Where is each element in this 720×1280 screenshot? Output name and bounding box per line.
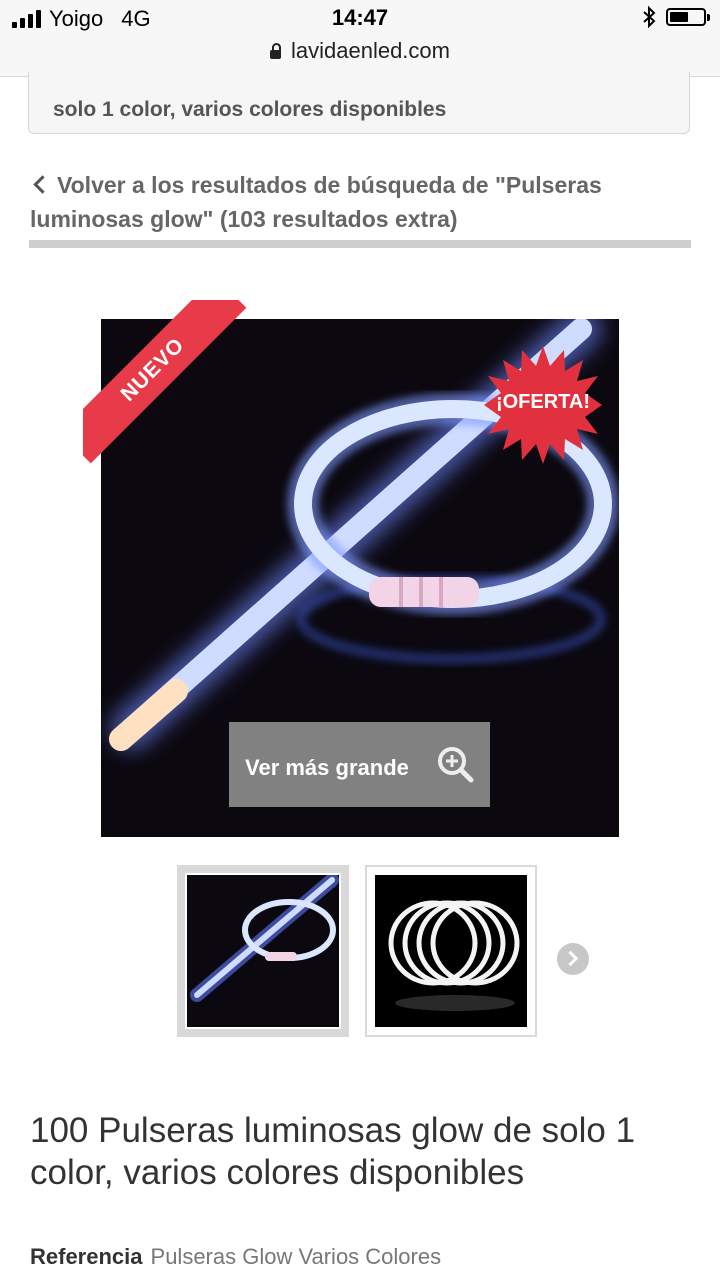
url-text: lavidaenled.com [291, 38, 450, 63]
product-summary-text: solo 1 color, varios colores disponibles [53, 98, 447, 121]
status-bar: Yoigo 4G 14:47 lavidaenled.com [0, 0, 720, 77]
reference-value: Pulseras Glow Varios Colores [150, 1244, 442, 1269]
reference-label: Referencia [30, 1244, 143, 1269]
product-reference: Referencia Pulseras Glow Varios Colores [30, 1244, 441, 1270]
new-ribbon: NUEVO [83, 300, 253, 470]
chevron-left-icon [33, 175, 52, 194]
divider [29, 240, 691, 248]
status-right [642, 6, 710, 28]
clock: 14:47 [331, 5, 389, 30]
address-bar[interactable]: lavidaenled.com [0, 38, 720, 64]
thumbnail-2[interactable] [365, 865, 537, 1037]
back-link-label: Volver a los resultados de búsqueda de "… [30, 172, 602, 232]
lock-icon [270, 43, 281, 59]
thumbnail-image [187, 875, 339, 1027]
view-larger-label: Ver más grande [245, 755, 409, 780]
zoom-in-icon [438, 747, 474, 783]
bluetooth-icon [643, 6, 656, 28]
back-to-results-link[interactable]: Volver a los resultados de búsqueda de "… [30, 168, 680, 236]
battery-level [670, 12, 688, 22]
offer-label: ¡OFERTA! [495, 391, 591, 413]
view-larger-button[interactable]: Ver más grande [229, 722, 490, 807]
thumbnail-1[interactable] [177, 865, 349, 1037]
new-label: NUEVO [83, 300, 247, 464]
product-summary-box: solo 1 color, varios colores disponibles [28, 72, 690, 134]
chevron-right-icon[interactable] [557, 943, 589, 975]
thumbnail-image [375, 875, 527, 1027]
product-title: 100 Pulseras luminosas glow de solo 1 co… [30, 1111, 636, 1192]
battery-icon [666, 8, 710, 26]
